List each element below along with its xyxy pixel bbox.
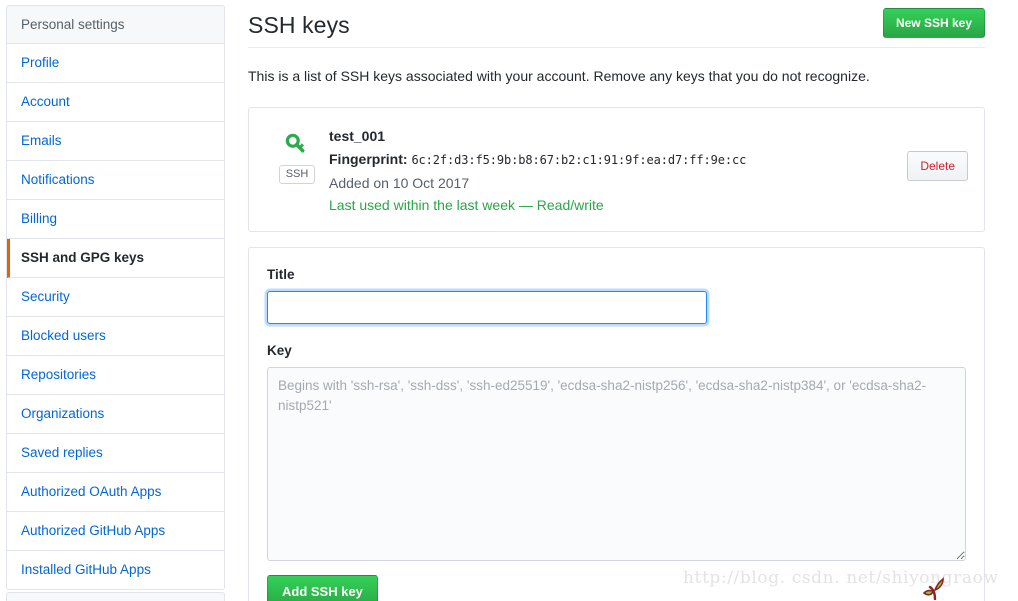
add-ssh-key-button[interactable]: Add SSH key (267, 575, 378, 601)
key-textarea[interactable] (267, 367, 966, 561)
sidebar-item-list: Profile Account Emails Notifications Billing… (7, 44, 224, 589)
page-title: SSH keys (248, 12, 350, 38)
sidebar-header: Personal settings (7, 6, 224, 44)
ssh-key-icon-column: SSH (265, 124, 329, 184)
sidebar-item-security[interactable]: Security (7, 278, 224, 317)
settings-page: Personal settings Profile Account Emails No… (0, 0, 1018, 601)
sidebar-secondary-header (7, 593, 224, 601)
page-header: SSH keys New SSH key (248, 0, 985, 48)
ssh-key-added-date: Added on 10 Oct 2017 (329, 175, 470, 191)
main-content: SSH keys New SSH key This is a list of S… (248, 0, 985, 601)
title-input[interactable] (267, 291, 707, 324)
ssh-key-title: test_001 (329, 128, 386, 144)
ssh-key-type-badge: SSH (278, 165, 316, 184)
sidebar-item-ssh-and-gpg-keys[interactable]: SSH and GPG keys (7, 239, 224, 278)
sidebar-item-blocked-users[interactable]: Blocked users (7, 317, 224, 356)
sidebar-item-profile[interactable]: Profile (7, 44, 224, 83)
title-field-label: Title (267, 267, 295, 282)
ssh-key-fingerprint: Fingerprint: 6c:2f:d3:f5:9b:b8:67:b2:c1:… (329, 149, 968, 170)
ssh-key-details: test_001 Fingerprint: 6c:2f:d3:f5:9b:b8:… (329, 124, 968, 215)
add-ssh-key-form: Title Key Add SSH key (248, 247, 985, 601)
sidebar-item-installed-github-apps[interactable]: Installed GitHub Apps (7, 551, 224, 589)
ssh-key-fingerprint-label: Fingerprint: (329, 151, 408, 167)
title-field-group: Title (267, 266, 966, 324)
sidebar-item-notifications[interactable]: Notifications (7, 161, 224, 200)
sidebar-item-repositories[interactable]: Repositories (7, 356, 224, 395)
key-field-group: Key (267, 342, 966, 561)
sidebar-item-authorized-github-apps[interactable]: Authorized GitHub Apps (7, 512, 224, 551)
ssh-key-fingerprint-value: 6c:2f:d3:f5:9b:b8:67:b2:c1:91:9f:ea:d7:f… (411, 153, 747, 167)
delete-ssh-key-button[interactable]: Delete (907, 151, 968, 181)
ssh-key-list-item: SSH test_001 Fingerprint: 6c:2f:d3:f5:9b… (248, 107, 985, 232)
sidebar-item-saved-replies[interactable]: Saved replies (7, 434, 224, 473)
sidebar-secondary-panel (6, 592, 225, 601)
key-field-label: Key (267, 343, 292, 358)
sidebar-item-billing[interactable]: Billing (7, 200, 224, 239)
sidebar-item-account[interactable]: Account (7, 83, 224, 122)
sidebar-panel: Personal settings Profile Account Emails No… (6, 5, 225, 590)
key-icon (285, 133, 305, 153)
sidebar: Personal settings Profile Account Emails No… (6, 5, 225, 590)
ssh-key-last-used: Last used within the last week — Read/wr… (329, 197, 604, 213)
sidebar-item-authorized-oauth-apps[interactable]: Authorized OAuth Apps (7, 473, 224, 512)
new-ssh-key-button[interactable]: New SSH key (882, 8, 985, 38)
ssh-key-row: SSH test_001 Fingerprint: 6c:2f:d3:f5:9b… (265, 124, 968, 215)
page-description: This is a list of SSH keys associated wi… (248, 68, 870, 84)
sidebar-item-organizations[interactable]: Organizations (7, 395, 224, 434)
sidebar-item-emails[interactable]: Emails (7, 122, 224, 161)
